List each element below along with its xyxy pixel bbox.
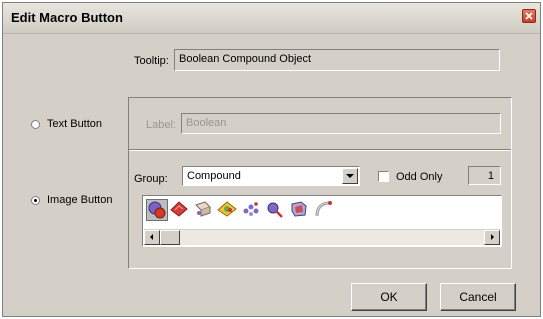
text-button-radio[interactable] <box>31 120 40 129</box>
icon-strip-scrollbar[interactable] <box>144 229 500 245</box>
connect-icon[interactable] <box>241 199 263 221</box>
group-select-value: Compound <box>187 170 241 182</box>
label-input[interactable]: Boolean <box>181 113 501 134</box>
morph-icon[interactable] <box>169 199 191 221</box>
odd-only-checkbox[interactable] <box>378 171 389 182</box>
edit-macro-button-dialog: Edit Macro Button Tooltip: Boolean Compo… <box>2 2 541 317</box>
odd-only-label: Odd Only <box>396 171 443 183</box>
shapemerge-icon[interactable] <box>265 199 287 221</box>
tooltip-label: Tooltip: <box>134 55 169 67</box>
close-button[interactable] <box>522 9 536 23</box>
ok-button[interactable]: OK <box>351 283 427 311</box>
icon-strip <box>142 195 502 247</box>
image-button-label: Image Button <box>47 194 113 206</box>
cancel-button[interactable]: Cancel <box>440 283 516 311</box>
image-button-radio[interactable] <box>31 196 40 205</box>
loft-icon[interactable] <box>313 199 335 221</box>
boolean-icon[interactable] <box>146 199 168 221</box>
group-label: Group: <box>134 173 168 185</box>
scroll-left-button[interactable] <box>144 230 160 245</box>
close-icon <box>525 12 533 20</box>
conform-icon[interactable] <box>217 199 239 221</box>
icon-count-field: 1 <box>468 166 501 185</box>
scrollbar-thumb[interactable] <box>160 230 180 245</box>
text-button-label: Text Button <box>47 118 103 130</box>
group-select[interactable]: Compound <box>182 166 360 186</box>
group-divider <box>129 149 511 151</box>
window-title: Edit Macro Button <box>11 10 123 25</box>
title-bar: Edit Macro Button <box>3 3 540 34</box>
tooltip-input[interactable]: Boolean Compound Object <box>174 49 500 71</box>
terrain-icon[interactable] <box>289 199 311 221</box>
scatter-icon[interactable] <box>193 199 215 221</box>
chevron-down-icon[interactable] <box>342 168 358 184</box>
label-field-label: Label: <box>146 119 176 131</box>
scroll-right-button[interactable] <box>484 230 500 245</box>
